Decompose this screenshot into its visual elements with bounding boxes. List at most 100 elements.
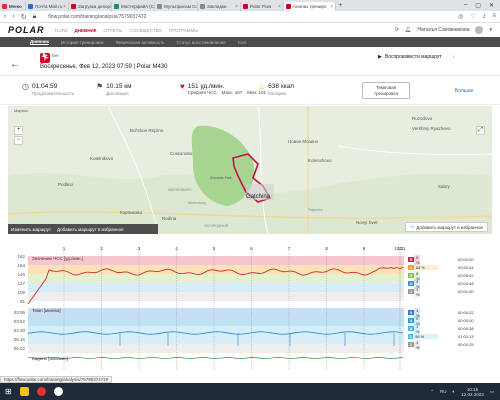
subnav-item[interactable]: История тренировок — [61, 40, 104, 45]
window-controls: – ▢ ✕ — [464, 2, 500, 9]
zoom-out-button[interactable]: − — [14, 136, 23, 145]
hr-zone-row: 4 83 % — [408, 265, 438, 270]
pace-tick-label: 03:06 — [13, 310, 25, 315]
browser-tab[interactable]: Загрузка депорт× — [69, 2, 112, 11]
tab-close-icon[interactable]: × — [63, 4, 66, 10]
session-stats: ◷ 01:04:59 Продолжительность ⚑ 10.15 км Ди… — [0, 75, 500, 105]
file-explorer-icon[interactable] — [19, 387, 29, 396]
windows-start-icon[interactable]: ⊞ — [5, 387, 12, 396]
tab-favicon-icon — [286, 4, 291, 9]
stat-heart-rate: ♥ 151 уд./мин. Средняя ЧСС Макс. 167 Мин… — [180, 82, 267, 96]
training-benefit-button[interactable]: Темповая тренировка — [362, 82, 410, 99]
refresh-sync-icon[interactable]: ⟳ — [395, 27, 399, 33]
more-link[interactable]: Больше — [455, 88, 473, 94]
pace-tick-label: 06:02 — [13, 346, 25, 351]
pace-zone-band — [28, 317, 404, 326]
play-icon: ▶ — [378, 54, 382, 60]
clock-icon: ◷ — [22, 82, 29, 91]
notifications-icon[interactable]: 🔔︎ — [405, 27, 411, 33]
volume-icon[interactable]: 🔈︎ — [453, 389, 456, 394]
lap-marker-label: 6 — [250, 246, 253, 251]
hr-tick-label: 164 — [17, 263, 25, 268]
lap-marker-label: 7 — [288, 246, 291, 251]
tab-favicon-icon — [71, 4, 76, 9]
lap-marker-label: 1 — [63, 246, 66, 251]
tab-close-icon[interactable]: × — [278, 4, 281, 10]
nav-item[interactable]: FLOW — [55, 28, 68, 33]
hr-tick-label: 109 — [17, 290, 25, 295]
map-route-bar: Изменить маршрут Добавить маршрут в избр… — [8, 224, 158, 234]
stat-calories: ♨ 638 ккал Калории — [258, 82, 295, 97]
nav-item[interactable]: ОТЧЕТЫ — [103, 28, 122, 33]
hr-tick-label: 146 — [17, 272, 25, 277]
share-route[interactable]: ▶ Воспроизвести маршрут ⋮ — [378, 54, 456, 60]
browser-tab[interactable]: Мастерфайл (Co× — [112, 2, 155, 11]
nav-item[interactable]: СООБЩЕСТВО — [129, 28, 162, 33]
hr-zone-time: 00:05:02 — [458, 273, 474, 278]
nav-item[interactable]: ПРОГРАММЫ — [169, 28, 198, 33]
extensions-icon[interactable]: ≡ — [492, 13, 496, 20]
back-arrow-icon[interactable]: ← — [10, 59, 20, 70]
minimize-icon[interactable]: – — [464, 2, 467, 9]
pace-tick-label: 04:30 — [13, 328, 25, 333]
add-to-favorites-button[interactable]: ☆ Добавить маршрут в избранное — [405, 222, 488, 232]
lap-marker-label: 10:11 — [395, 246, 406, 251]
polar-logo[interactable]: POLAR — [8, 25, 45, 35]
pace-zone-row: 31 % — [408, 323, 420, 334]
tab-favicon-icon — [157, 4, 162, 9]
share-icon[interactable]: ⋮ — [451, 54, 456, 60]
notifications-tray-icon[interactable]: ▭ — [490, 389, 494, 395]
tray-chevron-icon[interactable]: ⌃ — [430, 389, 434, 395]
browser-tab-bar: Меню Почта Mail.ru×Загрузка депорт×Масте… — [0, 0, 500, 11]
opera-taskbar-icon[interactable] — [36, 387, 46, 396]
fullscreen-button[interactable]: ⤢ — [476, 126, 485, 135]
hr-zone-time: 00:52:04 — [458, 265, 474, 270]
maximize-icon[interactable]: ▢ — [475, 2, 481, 9]
subnav-item[interactable]: Физическая активность — [116, 40, 165, 45]
url-field[interactable]: flow.polar.com/training/analysis/7579037… — [48, 14, 146, 20]
bookmark-icon[interactable]: ♡ — [470, 13, 475, 20]
session-date: Воскресенье, Фев 12, 2023 07:59 | Polar … — [40, 64, 168, 70]
tab-close-icon[interactable]: × — [235, 4, 238, 10]
subnav-item[interactable]: Сон — [238, 40, 246, 45]
clock[interactable]: 10:15 12.02.2023 — [461, 387, 484, 397]
camera-icon[interactable]: ◎ — [458, 13, 463, 20]
hr-zone-band — [28, 274, 404, 283]
yandex-icon[interactable] — [53, 387, 63, 396]
training-chart[interactable]: 1 2 3 4 5 6 7 8 9 10 10:11 Значение ЧСС [уд./мин.]… — [8, 244, 492, 372]
avatar[interactable] — [475, 26, 484, 34]
tab-favicon-icon — [243, 4, 248, 9]
pace-zone-row: 40 % — [408, 315, 420, 326]
browser-menu-button[interactable]: Меню — [0, 2, 26, 11]
hr-zone-row: 50 % — [408, 254, 420, 265]
zoom-in-button[interactable]: + — [14, 126, 23, 135]
chevron-down-icon[interactable]: ▾ — [489, 27, 492, 33]
browser-tab[interactable]: Почта Mail.ru × — [26, 2, 69, 11]
edit-route-link[interactable]: Изменить маршрут — [11, 227, 51, 232]
browser-tab[interactable]: Закладки × — [198, 2, 241, 11]
nav-item[interactable]: ДНЕВНИК — [75, 28, 97, 33]
language-indicator[interactable]: RU — [440, 389, 447, 394]
hr-zone-time: 00:01:00 — [458, 289, 474, 294]
add-favorite-link[interactable]: Добавить маршрут в избранное — [57, 227, 124, 232]
reload-icon[interactable]: ↻ — [21, 13, 27, 21]
new-tab-button[interactable]: + — [336, 2, 345, 9]
lap-marker-label: 5 — [213, 246, 216, 251]
browser-tab[interactable]: Мультфильм Co× — [155, 2, 198, 11]
subnav-item[interactable]: Статус восстановления — [177, 40, 226, 45]
forward-icon[interactable]: › — [12, 13, 14, 20]
pace-zone-row: 11 % — [408, 339, 420, 350]
browser-tab[interactable]: Polar Flow × — [241, 2, 284, 11]
route-map[interactable]: Mapbox + − ⤢ Ruzodovo Verkhniy Ryazhevo … — [8, 106, 492, 234]
download-icon[interactable]: ⤓ — [483, 13, 486, 20]
heart-icon: ♥ — [180, 82, 185, 91]
back-icon[interactable]: ‹ — [4, 13, 6, 20]
browser-tab[interactable]: Анализ трениро × — [284, 2, 336, 11]
main-nav: FLOW ДНЕВНИК ОТЧЕТЫ СООБЩЕСТВО ПРОГРАММЫ — [55, 28, 199, 33]
tab-favicon-icon — [28, 4, 33, 9]
close-icon[interactable]: ✕ — [489, 2, 494, 9]
subnav-item[interactable]: Дневник — [30, 39, 49, 45]
tab-close-icon[interactable]: × — [330, 4, 333, 10]
user-name[interactable]: Наталья Сапожникова — [417, 27, 469, 33]
route-icon: ⚑ — [96, 82, 104, 91]
